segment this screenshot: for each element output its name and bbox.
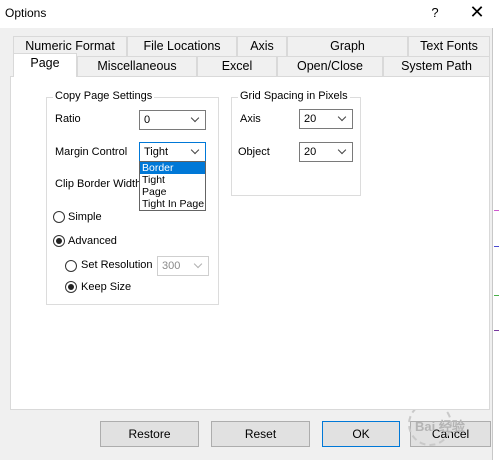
- dropdown-option-page[interactable]: Page: [140, 186, 205, 198]
- background-window-edge: [492, 28, 500, 460]
- set-resolution-label: Set Resolution: [81, 259, 153, 271]
- tab-page[interactable]: Page: [13, 53, 77, 77]
- dropdown-option-border[interactable]: Border: [140, 162, 205, 174]
- tab-miscellaneous[interactable]: Miscellaneous: [77, 56, 197, 76]
- chevron-down-icon: [194, 257, 204, 275]
- axis-spacing-select[interactable]: 20: [299, 109, 353, 129]
- watermark-text: Bai 经验: [415, 419, 465, 434]
- reset-button[interactable]: Reset: [211, 421, 310, 447]
- margin-control-label: Margin Control: [55, 146, 128, 158]
- clip-border-width-label: Clip Border Width: [55, 178, 142, 190]
- simple-label: Simple: [68, 211, 102, 223]
- axis-spacing-value: 20: [304, 113, 317, 125]
- grid-spacing-title: Grid Spacing in Pixels: [238, 90, 350, 102]
- object-spacing-label: Object: [238, 146, 270, 158]
- tab-system-path[interactable]: System Path: [383, 56, 490, 76]
- chevron-down-icon: [191, 143, 201, 161]
- object-spacing-value: 20: [304, 146, 317, 158]
- ratio-select[interactable]: 0: [139, 110, 206, 130]
- resolution-select[interactable]: 300: [157, 256, 209, 276]
- margin-control-value: Tight: [144, 146, 169, 158]
- window-title: Options: [5, 6, 47, 20]
- title-bar: Options ? ✕: [0, 0, 500, 28]
- close-button[interactable]: ✕: [462, 0, 492, 28]
- ratio-label: Ratio: [55, 113, 81, 125]
- tab-excel[interactable]: Excel: [197, 56, 277, 76]
- object-spacing-select[interactable]: 20: [299, 142, 353, 162]
- margin-control-select[interactable]: Tight: [139, 142, 206, 162]
- dropdown-option-tight[interactable]: Tight: [140, 174, 205, 186]
- axis-spacing-label: Axis: [240, 113, 261, 125]
- ratio-value: 0: [144, 114, 151, 126]
- margin-control-dropdown-list: Border Tight Page Tight In Page: [139, 161, 206, 211]
- help-button[interactable]: ?: [420, 0, 450, 28]
- chevron-down-icon: [191, 111, 201, 129]
- resolution-value: 300: [162, 260, 181, 272]
- background-mark: [494, 210, 499, 211]
- advanced-label: Advanced: [68, 235, 117, 247]
- tab-file-locations[interactable]: File Locations: [127, 36, 237, 56]
- chevron-down-icon: [338, 143, 348, 161]
- tab-text-fonts[interactable]: Text Fonts: [408, 36, 490, 56]
- tab-graph[interactable]: Graph: [287, 36, 408, 56]
- set-resolution-radio[interactable]: [65, 260, 77, 272]
- copy-page-settings-title: Copy Page Settings: [53, 90, 155, 102]
- restore-button[interactable]: Restore: [100, 421, 199, 447]
- background-mark: [494, 295, 499, 296]
- tab-open-close[interactable]: Open/Close: [277, 56, 383, 76]
- background-mark: [494, 330, 499, 331]
- keep-size-label: Keep Size: [81, 281, 132, 293]
- simple-radio[interactable]: [53, 211, 65, 223]
- dropdown-option-tight-in-page[interactable]: Tight In Page: [140, 198, 205, 210]
- advanced-radio[interactable]: [53, 235, 65, 247]
- keep-size-radio[interactable]: [65, 281, 77, 293]
- background-mark: [494, 246, 499, 247]
- tab-axis[interactable]: Axis: [237, 36, 287, 56]
- ok-button[interactable]: OK: [322, 421, 400, 447]
- chevron-down-icon: [338, 110, 348, 128]
